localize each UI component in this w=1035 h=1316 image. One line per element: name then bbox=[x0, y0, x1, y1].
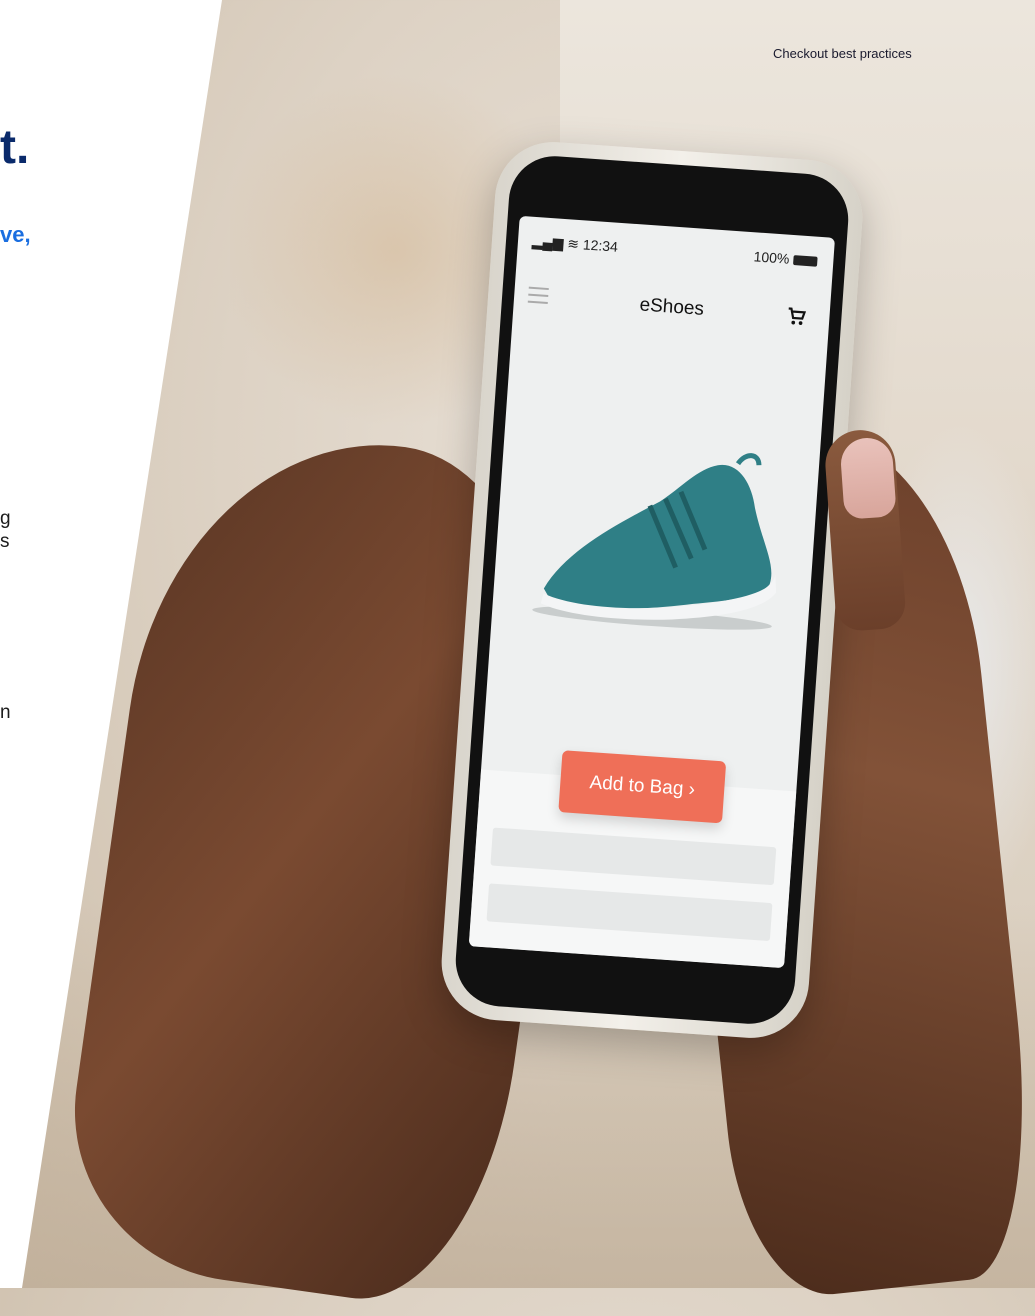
status-bar-right: 100% bbox=[753, 248, 818, 268]
body-text-line: n bbox=[0, 702, 11, 723]
product-shoe-image bbox=[532, 453, 777, 630]
thumb-nail bbox=[839, 436, 897, 520]
add-to-bag-button[interactable]: Add to Bag › bbox=[558, 750, 727, 824]
phone-bezel: ▂▄▆ ≋ 12:34 100% eShoes Add to Bag › bbox=[452, 153, 852, 1027]
phone-device: ▂▄▆ ≋ 12:34 100% eShoes Add to Bag › bbox=[437, 138, 867, 1042]
section-title: Checkout best practices bbox=[773, 46, 912, 61]
signal-icon: ▂▄▆ bbox=[531, 232, 565, 251]
app-title: eShoes bbox=[638, 294, 705, 320]
status-bar-left: ▂▄▆ ≋ 12:34 bbox=[531, 232, 619, 256]
body-text-line: s bbox=[0, 531, 10, 552]
headline: t. bbox=[0, 121, 30, 174]
battery-percent: 100% bbox=[753, 248, 790, 267]
body-text-line: g bbox=[0, 508, 11, 529]
wifi-icon: ≋ bbox=[566, 235, 580, 253]
chevron-right-icon: › bbox=[687, 779, 696, 801]
cart-icon[interactable] bbox=[785, 305, 808, 328]
subheadline: ve, bbox=[0, 222, 31, 247]
battery-icon bbox=[792, 255, 818, 268]
add-to-bag-label: Add to Bag bbox=[588, 772, 685, 800]
phone-screen: ▂▄▆ ≋ 12:34 100% eShoes Add to Bag › bbox=[468, 215, 836, 969]
status-time: 12:34 bbox=[582, 236, 619, 255]
